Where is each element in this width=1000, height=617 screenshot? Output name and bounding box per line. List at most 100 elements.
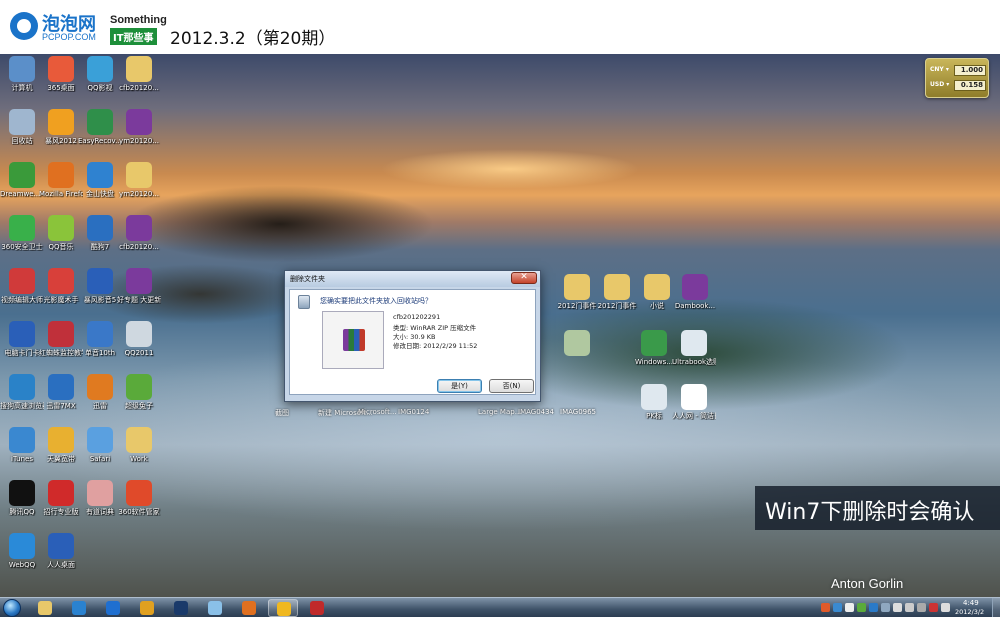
desktop-icon-17[interactable]: 光影魔术手 [39, 268, 83, 304]
tray-icon[interactable] [869, 603, 878, 612]
desktop-icon-right-6[interactable]: Ultrabook选购指南... [672, 330, 716, 366]
desktop-icon-21[interactable]: 红蜘蛛监控教学 [39, 321, 83, 357]
taskbar-explorer-button[interactable] [30, 599, 60, 617]
dialog-close-button[interactable]: ✕ [511, 272, 537, 284]
desktop-icon-30[interactable]: Safari [78, 427, 122, 463]
tray-icon[interactable] [881, 603, 890, 612]
app-icon [126, 162, 152, 188]
desktop-icon-8[interactable]: Dreamwe... CS3 [0, 162, 44, 198]
desktop-icon-34[interactable]: 有道词典 [78, 480, 122, 516]
desktop-icon-10[interactable]: 金山快盘 [78, 162, 122, 198]
tray-icon[interactable] [833, 603, 842, 612]
desktop-icon-20[interactable]: 电脑卡门卡 [0, 321, 44, 357]
show-desktop-button[interactable] [992, 598, 1000, 617]
desktop-icon-2[interactable]: QQ影视 [78, 56, 122, 92]
desktop-file-label[interactable]: Microsoft... [358, 408, 397, 416]
desktop-icon-14[interactable]: 酷狗7 [78, 215, 122, 251]
close-icon: ✕ [520, 272, 528, 282]
taskbar-sogou-button[interactable] [98, 599, 128, 617]
desktop-icon-right-0[interactable]: 2012门事件 [555, 274, 599, 310]
yes-button[interactable]: 是(Y) [437, 379, 482, 393]
no-button[interactable]: 否(N) [489, 379, 534, 393]
desktop-icon-36[interactable]: WebQQ [0, 533, 44, 569]
app-icon [9, 374, 35, 400]
desktop-icon-right-3[interactable]: Dambook... [673, 274, 717, 310]
desktop-icon-label: Mozilla Firefox [39, 190, 83, 198]
tray-icon[interactable] [917, 603, 926, 612]
desktop-icon-23[interactable]: QQ2011 [117, 321, 161, 357]
start-button[interactable] [3, 599, 21, 617]
ie-icon [72, 601, 86, 615]
gadget-cny-value[interactable]: 1.000 [954, 65, 986, 76]
desktop-icon-label: QQ音乐 [48, 243, 74, 251]
desktop-icon-label: 红蜘蛛监控教学 [39, 349, 83, 357]
desktop-icon-right-4[interactable] [555, 330, 599, 358]
desktop-icon-right-7[interactable]: PK标 [632, 384, 676, 420]
app-icon [87, 109, 113, 135]
desktop-icon-right-5[interactable]: Windows... [632, 330, 676, 366]
dialog-titlebar[interactable]: 删除文件夹 ✕ [285, 271, 540, 287]
gadget-cny-label[interactable]: CNY ▾ [930, 66, 949, 73]
taskbar-qq-button[interactable] [268, 599, 298, 617]
desktop-icon-7[interactable]: ym20120... [117, 109, 161, 145]
tray-icon[interactable] [821, 603, 830, 612]
desktop-file-label[interactable]: IMAG0965 [560, 408, 596, 416]
tray-icon[interactable] [845, 603, 854, 612]
file-modified: 修改日期: 2012/2/29 11:52 [393, 342, 478, 350]
desktop-file-label[interactable]: IMAG0434 [518, 408, 554, 416]
desktop-file-label[interactable]: Large Map... [478, 408, 521, 416]
desktop-icon-13[interactable]: QQ音乐 [39, 215, 83, 251]
desktop-icon-4[interactable]: 回收站 [0, 109, 44, 145]
desktop-icon-9[interactable]: Mozilla Firefox [39, 162, 83, 198]
desktop-icon-32[interactable]: 腾讯QQ [0, 480, 44, 516]
desktop-icon-16[interactable]: 视频编辑大师 [0, 268, 44, 304]
taskbar-remote-button[interactable] [302, 599, 332, 617]
taskbar-window-button[interactable] [200, 599, 230, 617]
desktop-icon-6[interactable]: EasyRecov... Professiona... [78, 109, 122, 145]
app-icon [9, 56, 35, 82]
taskbar-photoshop-button[interactable] [166, 599, 196, 617]
desktop-file-label[interactable]: IMG0124 [398, 408, 429, 416]
desktop-icon-3[interactable]: cfb20120... [117, 56, 161, 92]
gadget-usd-value[interactable]: 0.158 [954, 80, 986, 91]
tray-icon[interactable] [941, 603, 950, 612]
taskbar-ie-button[interactable] [64, 599, 94, 617]
desktop-icon-22[interactable]: 单音10th [78, 321, 122, 357]
desktop-icon-right-1[interactable]: 2012门事件 [595, 274, 639, 310]
desktop-icon-19[interactable]: 好专题 大更新... [117, 268, 161, 304]
gadget-usd-label[interactable]: USD ▾ [930, 81, 949, 88]
desktop-icon-12[interactable]: 360安全卫士 [0, 215, 44, 251]
desktop-icon-11[interactable]: ym20120... [117, 162, 161, 198]
desktop-file-label[interactable]: 截图 [275, 408, 289, 418]
desktop-icon-26[interactable]: 迅雷 [78, 374, 122, 410]
desktop-icon-1[interactable]: 365桌面 [39, 56, 83, 92]
explorer-icon [38, 601, 52, 615]
desktop-icon-label: 电脑卡门卡 [4, 349, 40, 357]
tray-icon[interactable] [929, 603, 938, 612]
tray-icon[interactable] [905, 603, 914, 612]
desktop-icon-31[interactable]: Work [117, 427, 161, 463]
app-icon [126, 215, 152, 241]
desktop[interactable]: 计算机 365桌面 QQ影视 cfb20120... 回收站 暴风2012 EasyReco… [0, 54, 1000, 597]
currency-gadget[interactable]: CNY ▾ 1.000 USD ▾ 0.158 [925, 58, 989, 98]
tray-icon[interactable] [893, 603, 902, 612]
desktop-icon-29[interactable]: 天翼宽带 [39, 427, 83, 463]
desktop-icon-37[interactable]: 人人桌面 [39, 533, 83, 569]
clock-date[interactable]: 2012/3/2 [955, 608, 984, 616]
tray-icon[interactable] [857, 603, 866, 612]
taskbar-firefox-button[interactable] [234, 599, 264, 617]
desktop-icon-25[interactable]: 迅雷7MX [39, 374, 83, 410]
desktop-icon-33[interactable]: 招行专业版 [39, 480, 83, 516]
clock-time[interactable]: 4:49 [963, 599, 979, 607]
desktop-icon-15[interactable]: cfb20120... [117, 215, 161, 251]
desktop-icon-5[interactable]: 暴风2012 [39, 109, 83, 145]
desktop-icon-18[interactable]: 暴风影音5 [78, 268, 122, 304]
desktop-icon-label: Safari [89, 455, 111, 463]
desktop-icon-35[interactable]: 360软件管家 [117, 480, 161, 516]
desktop-icon-0[interactable]: 计算机 [0, 56, 44, 92]
taskbar-chrome-button[interactable] [132, 599, 162, 617]
desktop-icon-28[interactable]: iTunes [0, 427, 44, 463]
desktop-icon-27[interactable]: 超级兔子 [117, 374, 161, 410]
desktop-icon-right-8[interactable]: 人人网 - 简洁日本... [672, 384, 716, 420]
desktop-icon-24[interactable]: 搜狗高速浏览器 [0, 374, 44, 410]
